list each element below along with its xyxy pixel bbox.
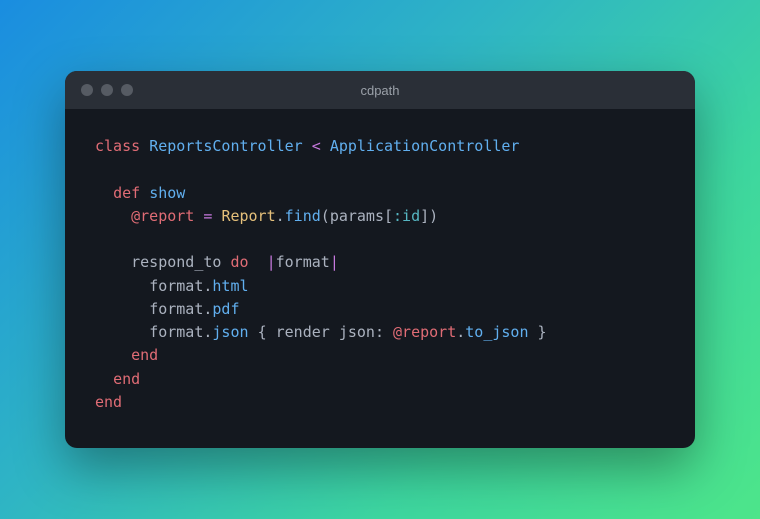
symbol: :id bbox=[393, 207, 420, 225]
code-line: end bbox=[95, 370, 140, 388]
minimize-icon[interactable] bbox=[101, 84, 113, 96]
keyword-end: end bbox=[113, 370, 140, 388]
keyword-end: end bbox=[131, 346, 158, 364]
paren-close: ) bbox=[429, 207, 438, 225]
pipe: | bbox=[267, 253, 276, 271]
method: pdf bbox=[212, 300, 239, 318]
code-line: def show bbox=[95, 184, 185, 202]
keyword-class: class bbox=[95, 137, 140, 155]
brace-close: } bbox=[538, 323, 547, 341]
method: html bbox=[212, 277, 248, 295]
identifier: format bbox=[149, 277, 203, 295]
method: to_json bbox=[465, 323, 528, 341]
window-title: cdpath bbox=[65, 83, 695, 98]
code-line: class ReportsController < ApplicationCon… bbox=[95, 137, 519, 155]
constant: Report bbox=[221, 207, 275, 225]
identifier: format bbox=[149, 300, 203, 318]
brace-open: { bbox=[258, 323, 267, 341]
code-line: format.pdf bbox=[95, 300, 240, 318]
code-area[interactable]: class ReportsController < ApplicationCon… bbox=[65, 109, 695, 448]
code-line: end bbox=[95, 393, 122, 411]
close-icon[interactable] bbox=[81, 84, 93, 96]
pipe: | bbox=[330, 253, 339, 271]
dot: . bbox=[276, 207, 285, 225]
keyword-end: end bbox=[95, 393, 122, 411]
zoom-icon[interactable] bbox=[121, 84, 133, 96]
code-line: end bbox=[95, 346, 158, 364]
ivar: @report bbox=[393, 323, 456, 341]
identifier: render bbox=[276, 323, 330, 341]
identifier: json: bbox=[339, 323, 384, 341]
terminal-window: cdpath class ReportsController < Applica… bbox=[65, 71, 695, 448]
code-line: format.html bbox=[95, 277, 249, 295]
method: json bbox=[212, 323, 248, 341]
dot: . bbox=[456, 323, 465, 341]
operator-lt: < bbox=[312, 137, 321, 155]
classname: ReportsController bbox=[149, 137, 303, 155]
bracket-open: [ bbox=[384, 207, 393, 225]
titlebar: cdpath bbox=[65, 71, 695, 109]
code-line: respond_to do |format| bbox=[95, 253, 339, 271]
keyword-def: def bbox=[113, 184, 140, 202]
code-line: @report = Report.find(params[:id]) bbox=[95, 207, 438, 225]
identifier: params bbox=[330, 207, 384, 225]
ivar: @report bbox=[131, 207, 194, 225]
classname: ApplicationController bbox=[330, 137, 520, 155]
identifier: format bbox=[276, 253, 330, 271]
identifier: respond_to bbox=[131, 253, 221, 271]
operator-eq: = bbox=[203, 207, 212, 225]
paren-open: ( bbox=[321, 207, 330, 225]
method-name: show bbox=[149, 184, 185, 202]
traffic-lights bbox=[65, 84, 133, 96]
identifier: format bbox=[149, 323, 203, 341]
bracket-close: ] bbox=[420, 207, 429, 225]
code-line: format.json { render json: @report.to_js… bbox=[95, 323, 547, 341]
method: find bbox=[285, 207, 321, 225]
keyword-do: do bbox=[230, 253, 248, 271]
